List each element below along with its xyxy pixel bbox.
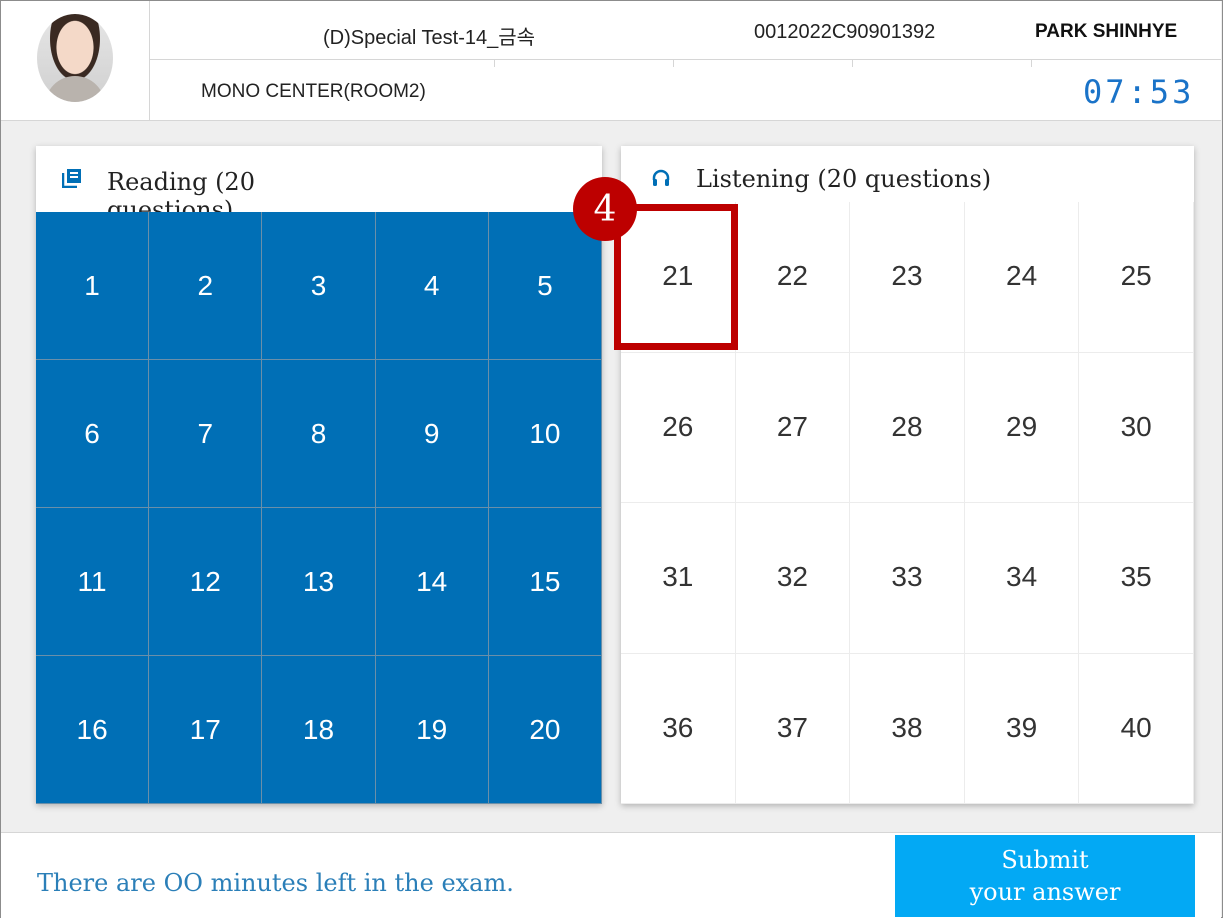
listening-question-38[interactable]: 38 [850,653,965,804]
listening-question-36[interactable]: 36 [621,653,736,804]
book-icon [61,168,82,193]
exam-footer: There are OO minutes left in the exam. S… [1,832,1221,918]
reading-question-17[interactable]: 17 [149,656,263,804]
reading-question-18[interactable]: 18 [262,656,376,804]
reading-question-3[interactable]: 3 [262,212,376,360]
listening-question-35[interactable]: 35 [1079,503,1194,654]
avatar-cell [1,1,150,120]
countdown-timer: 07:53 [1083,73,1195,111]
reading-question-7[interactable]: 7 [149,360,263,508]
listening-question-34[interactable]: 34 [964,503,1080,654]
header-divider [150,59,1221,60]
listening-question-30[interactable]: 30 [1079,352,1194,503]
reading-question-15[interactable]: 15 [488,508,602,656]
test-center: MONO CENTER(ROOM2) [201,81,426,102]
submit-label-line1: Submit [1001,846,1089,874]
header-tick [673,59,674,67]
listening-question-37[interactable]: 37 [735,653,851,804]
header-tick [852,59,853,67]
reading-question-9[interactable]: 9 [375,360,489,508]
listening-question-23[interactable]: 23 [850,202,965,353]
highlight-box [614,204,738,350]
exam-header: (D)Special Test-14_금속 0012022C90901392 P… [1,1,1221,121]
submit-answer-button[interactable]: Submit your answer [895,835,1195,917]
header-tick [494,59,495,67]
exam-id: 0012022C90901392 [754,21,936,43]
reading-question-2[interactable]: 2 [149,212,263,360]
listening-question-29[interactable]: 29 [964,352,1080,503]
listening-question-22[interactable]: 22 [735,202,851,353]
reading-question-14[interactable]: 14 [375,508,489,656]
listening-question-27[interactable]: 27 [735,352,851,503]
listening-title: Listening (20 questions) [696,165,992,193]
listening-question-26[interactable]: 26 [621,352,736,503]
reading-question-11[interactable]: 11 [36,508,150,656]
reading-question-1[interactable]: 1 [36,212,150,360]
listening-question-39[interactable]: 39 [964,653,1080,804]
reading-question-10[interactable]: 10 [488,360,602,508]
listening-question-24[interactable]: 24 [964,202,1080,353]
test-name: (D)Special Test-14_금속 [323,27,536,49]
reading-question-19[interactable]: 19 [375,656,489,804]
reading-question-20[interactable]: 20 [488,656,602,804]
candidate-photo [37,14,113,102]
header-tick [1031,59,1032,67]
listening-question-33[interactable]: 33 [850,503,965,654]
reading-question-16[interactable]: 16 [36,656,150,804]
reading-question-8[interactable]: 8 [262,360,376,508]
time-left-message: There are OO minutes left in the exam. [37,869,514,897]
reading-question-12[interactable]: 12 [149,508,263,656]
headphones-icon [651,168,671,193]
reading-question-grid: 1 2 3 4 5 6 7 8 9 10 11 12 13 14 15 16 17 18 19 20 [36,212,602,804]
listening-question-25[interactable]: 25 [1079,202,1194,353]
step-badge: 4 [573,177,637,241]
reading-question-4[interactable]: 4 [375,212,489,360]
listening-question-32[interactable]: 32 [735,503,851,654]
reading-panel: Reading (20 questions) 1 2 3 4 5 6 7 8 9 10 11 12 13… [36,146,602,804]
submit-label-line2: your answer [969,878,1121,906]
reading-question-6[interactable]: 6 [36,360,150,508]
reading-question-13[interactable]: 13 [262,508,376,656]
candidate-name: PARK SHINHYE [1035,21,1178,42]
listening-question-31[interactable]: 31 [621,503,736,654]
listening-question-40[interactable]: 40 [1079,653,1194,804]
listening-question-28[interactable]: 28 [850,352,965,503]
